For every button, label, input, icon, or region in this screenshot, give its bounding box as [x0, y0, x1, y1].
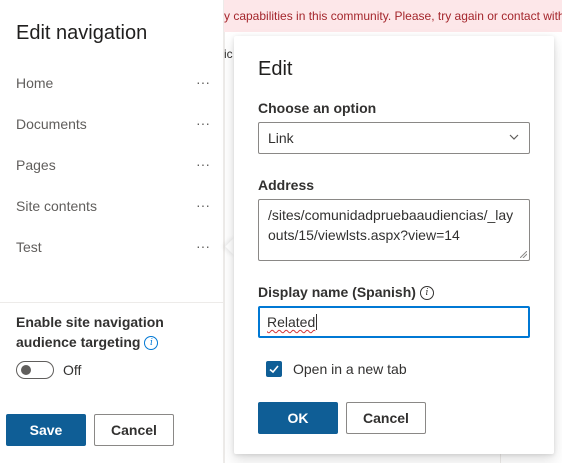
toggle-knob	[21, 365, 31, 375]
display-name-label-text: Display name (Spanish)	[258, 284, 416, 300]
nav-item-label: Documents	[16, 115, 87, 132]
more-icon[interactable]: ···	[196, 115, 210, 131]
more-icon[interactable]: ···	[196, 238, 210, 254]
background-text-fragment: ic	[224, 47, 233, 61]
panel-title: Edit navigation	[16, 22, 148, 44]
audience-targeting-toggle[interactable]	[16, 361, 54, 379]
nav-item-label: Pages	[16, 156, 56, 173]
audience-targeting-toggle-row: Off	[16, 361, 81, 379]
error-message-bar: y capabilities in this community. Please…	[224, 0, 562, 32]
address-label: Address	[258, 177, 315, 193]
nav-item-pages[interactable]: Pages ···	[0, 144, 224, 185]
nav-item-label: Home	[16, 74, 54, 91]
display-name-label: Display name (Spanish) i	[258, 284, 434, 301]
nav-item-label: Test	[16, 238, 42, 255]
toggle-state-label: Off	[63, 362, 82, 378]
address-value: /sites/comunidadpruebaaudiencias/_layout…	[268, 207, 514, 243]
open-in-new-tab-label: Open in a new tab	[293, 361, 407, 377]
callout-cancel-button[interactable]: Cancel	[346, 402, 426, 434]
display-name-value: Related	[267, 314, 316, 330]
choose-option-value: Link	[268, 130, 294, 146]
audience-targeting-label: Enable site navigation audience targetin…	[16, 312, 206, 352]
cancel-button[interactable]: Cancel	[94, 414, 174, 446]
callout-title: Edit	[258, 58, 293, 80]
resize-grip-icon[interactable]	[520, 251, 527, 258]
info-icon[interactable]: i	[419, 286, 434, 301]
display-name-input[interactable]: Related	[258, 306, 530, 338]
more-icon[interactable]: ···	[196, 197, 210, 213]
choose-option-dropdown[interactable]: Link	[258, 122, 530, 154]
choose-option-label: Choose an option	[258, 100, 377, 116]
edit-link-callout: Edit Choose an option Link Address /site…	[234, 36, 554, 454]
open-in-new-tab-row[interactable]: Open in a new tab	[266, 361, 407, 377]
more-icon[interactable]: ···	[196, 74, 210, 90]
error-message-text: y capabilities in this community. Please…	[224, 9, 562, 23]
checkmark-icon	[269, 365, 279, 374]
nav-list: Home ··· Documents ··· Pages ··· Site co…	[0, 62, 224, 267]
save-button[interactable]: Save	[6, 414, 86, 446]
background-divider	[224, 32, 225, 463]
edit-navigation-panel: Edit navigation Home ··· Documents ··· P…	[0, 0, 224, 463]
address-textarea[interactable]: /sites/comunidadpruebaaudiencias/_layout…	[258, 199, 530, 261]
audience-targeting-text: Enable site navigation audience targetin…	[16, 314, 164, 350]
more-icon[interactable]: ···	[196, 156, 210, 172]
open-in-new-tab-checkbox[interactable]	[266, 361, 282, 377]
nav-item-test[interactable]: Test ···	[0, 226, 224, 267]
panel-divider	[0, 302, 224, 303]
text-caret	[316, 314, 318, 330]
nav-item-home[interactable]: Home ···	[0, 62, 224, 103]
chevron-down-icon	[509, 134, 519, 140]
nav-item-documents[interactable]: Documents ···	[0, 103, 224, 144]
ok-button[interactable]: OK	[258, 402, 338, 434]
nav-item-site-contents[interactable]: Site contents ···	[0, 185, 224, 226]
nav-item-label: Site contents	[16, 197, 97, 214]
info-icon[interactable]: i	[144, 336, 159, 351]
